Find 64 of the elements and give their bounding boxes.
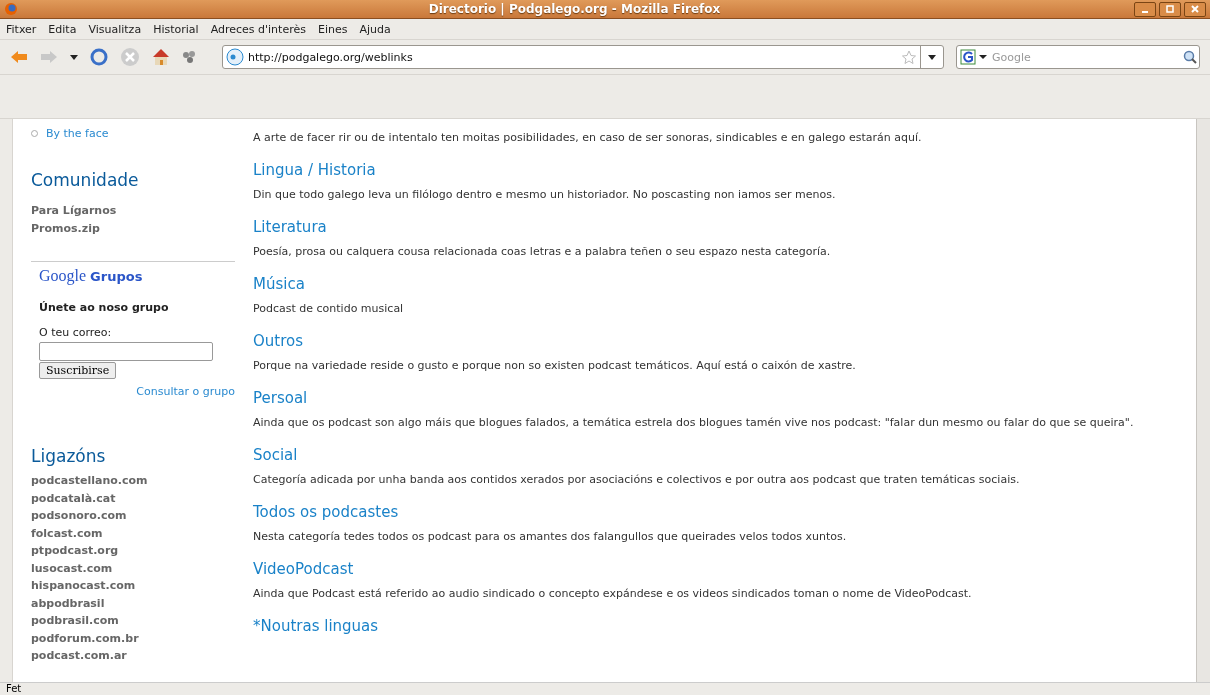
- menu-item[interactable]: Visualitza: [88, 22, 142, 36]
- minimize-button[interactable]: [1134, 1, 1156, 17]
- caret-icon[interactable]: [70, 54, 78, 60]
- email-label: O teu correo:: [39, 326, 113, 339]
- category-description: Nesta categoría tedes todos os podcast para os amantes dos falangullos que queirades velos todos xuntos.: [253, 529, 848, 545]
- category-link[interactable]: Literatura: [253, 218, 1196, 236]
- sidebar-link[interactable]: abpodbrasil: [31, 594, 242, 612]
- sidebar-link[interactable]: podforum.com.br: [31, 629, 242, 647]
- category-description: Din que todo galego leva un filólogo dentro e mesmo un historiador. No poscasting non iamos ser menos.: [253, 187, 837, 203]
- sidebar-link[interactable]: Promos.zip: [31, 219, 242, 237]
- sidebar-link[interactable]: lusocast.com: [31, 559, 242, 577]
- search-box[interactable]: Google: [956, 45, 1200, 69]
- category-description: Categoría adicada por unha banda aos contidos xerados por asociacións e colectivos e por outra aos podcast que traten temáticas sociais.: [253, 472, 1021, 488]
- menu-item[interactable]: Adreces d'interès: [210, 22, 306, 36]
- sidebar-link[interactable]: podsonoro.com: [31, 507, 242, 525]
- maximize-button[interactable]: [1159, 1, 1181, 17]
- category-link[interactable]: Lingua / Historia: [253, 161, 1196, 179]
- subscribe-button[interactable]: Suscribirse: [39, 362, 117, 379]
- sidebar-link[interactable]: ptpodcast.org: [31, 542, 242, 560]
- groups-logo: Google Grupos: [39, 267, 144, 285]
- close-button[interactable]: [1184, 1, 1206, 17]
- sidebar-link[interactable]: folcast.com: [31, 524, 242, 542]
- menu-item[interactable]: Historial: [153, 22, 199, 36]
- window-title: Directorio | Podgalego.org - Mozilla Firefox: [427, 2, 722, 16]
- category-description: Poesía, prosa ou calquera cousa relacionada coas letras e a palabra teñen o seu espazo nesta categoría.: [253, 244, 832, 260]
- category-link[interactable]: Outros: [253, 332, 1196, 350]
- category-description: Ainda que os podcast son algo máis que blogues falados, a temática estrela dos blogues tamén vive nos podcast: "falar dun mesmo ou falar do que se queira".: [253, 415, 1135, 431]
- status-text: Fet: [0, 682, 1210, 695]
- category-link[interactable]: Música: [253, 275, 1196, 293]
- menu-item[interactable]: Eines: [317, 22, 348, 36]
- maximize-icon: [1166, 5, 1174, 13]
- sidebar-link[interactable]: Para Lígarnos: [31, 202, 242, 220]
- browser-logo-icon: [4, 2, 18, 16]
- section-title: Comunidade: [31, 170, 140, 190]
- email-field[interactable]: [39, 342, 213, 361]
- home-icon[interactable]: [152, 48, 170, 66]
- category-link[interactable]: Todos os podcastes: [253, 503, 1196, 521]
- address-field[interactable]: http://podgalego.org/weblinks: [222, 45, 944, 69]
- category-link[interactable]: VideoPodcast: [253, 560, 1196, 578]
- category-link[interactable]: Persoal: [253, 389, 1196, 407]
- menu-item[interactable]: Ajuda: [359, 22, 391, 36]
- group-heading: Únete ao noso grupo: [39, 301, 170, 314]
- sidebar-link[interactable]: By the face: [46, 127, 109, 140]
- star-icon[interactable]: [902, 50, 916, 64]
- category-description: Porque na variedade reside o gusto e porque non so existen podcast temáticos. Aquí está o caixón de xastre.: [253, 358, 857, 374]
- group-link[interactable]: Consultar o grupo: [136, 385, 235, 398]
- close-icon: [1191, 5, 1199, 13]
- menu-item[interactable]: Fitxer: [6, 22, 37, 36]
- search-engine-icon[interactable]: [960, 49, 988, 65]
- sidebar-link[interactable]: podcastellano.com: [31, 472, 242, 490]
- sidebar-link[interactable]: podcast.com.ar: [31, 647, 242, 665]
- category-description: Ainda que Podcast está referido ao audio sindicado o concepto expándese e os videos sindicados toman o nome de VideoPodcast.: [253, 586, 973, 602]
- section-title: Ligazóns: [31, 446, 107, 466]
- menu-item[interactable]: Edita: [48, 22, 77, 36]
- caret-icon: [928, 54, 936, 60]
- category-description: Podcast de contido musical: [253, 301, 405, 317]
- sidebar-link[interactable]: hispanocast.com: [31, 577, 242, 595]
- search-icon[interactable]: [1183, 50, 1197, 64]
- sidebar-link[interactable]: podbrasil.com: [31, 612, 242, 630]
- category-link[interactable]: Social: [253, 446, 1196, 464]
- reload-icon[interactable]: [90, 48, 108, 66]
- sidebar-link[interactable]: podcatalà.cat: [31, 489, 242, 507]
- category-description: A arte de facer rir ou de intentalo ten moitas posibilidades, en caso de ser sonoras, sindicables e en galego estarán aquí.: [253, 130, 923, 146]
- category-link[interactable]: *Noutras linguas: [253, 617, 1196, 635]
